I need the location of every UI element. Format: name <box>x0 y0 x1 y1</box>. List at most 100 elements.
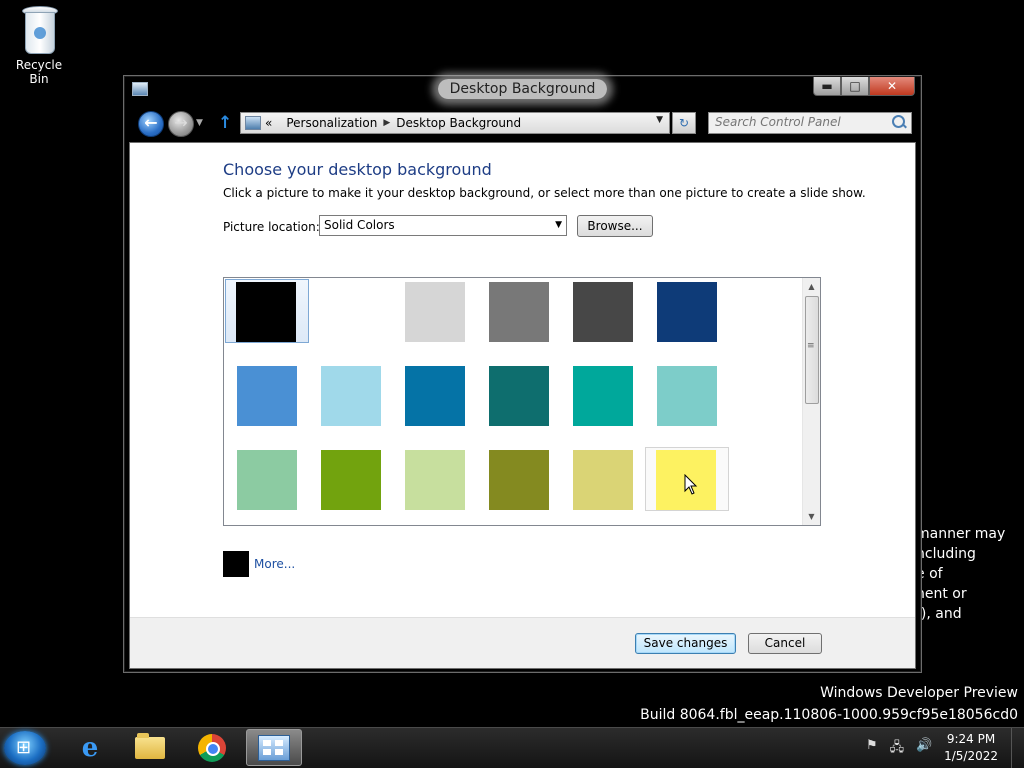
taskbar-chrome[interactable] <box>184 729 240 766</box>
scroll-thumb[interactable] <box>805 296 819 404</box>
color-swatch[interactable] <box>477 279 561 363</box>
flag-icon[interactable]: ⚑ <box>866 738 878 760</box>
page-title: Choose your desktop background <box>223 160 492 179</box>
color-swatch[interactable] <box>645 279 729 363</box>
swatch-color <box>489 450 549 510</box>
navigation-bar: ← → ▼ ↑ « Personalization ▶ Desktop Back… <box>130 108 915 138</box>
swatch-color <box>321 366 381 426</box>
refresh-icon: ↻ <box>678 116 690 130</box>
page-description: Click a picture to make it your desktop … <box>223 186 866 200</box>
recent-pages-dropdown[interactable]: ▼ <box>196 118 203 128</box>
color-swatch[interactable] <box>309 447 393 525</box>
control-panel-icon <box>245 116 261 130</box>
swatch-color <box>321 450 381 510</box>
swatch-color <box>573 366 633 426</box>
background-legal-text: manner may ncluding e of nent or f), and <box>916 524 1005 624</box>
chevron-down-icon: ▼ <box>555 220 562 230</box>
taskbar-file-explorer[interactable] <box>122 729 178 766</box>
title-bar[interactable]: Desktop Background ▬ □ ✕ <box>124 76 921 106</box>
more-color-swatch[interactable] <box>223 551 249 577</box>
color-swatch[interactable] <box>477 447 561 525</box>
search-icon[interactable] <box>892 115 905 128</box>
search-input[interactable] <box>709 113 891 131</box>
dialog-footer: Save changes Cancel <box>130 617 915 668</box>
color-swatch[interactable] <box>561 447 645 525</box>
cancel-button[interactable]: Cancel <box>748 633 822 654</box>
control-panel-icon <box>258 734 290 761</box>
browse-button[interactable]: Browse... <box>577 215 653 237</box>
picture-location-value: Solid Colors <box>324 218 395 232</box>
address-dropdown-icon[interactable]: ▼ <box>656 115 663 125</box>
color-swatch[interactable] <box>225 447 309 525</box>
legal-line: manner may <box>916 526 1006 542</box>
color-swatch[interactable] <box>477 363 561 447</box>
show-desktop-button[interactable] <box>1011 728 1024 768</box>
color-swatch[interactable] <box>645 363 729 447</box>
swatch-color <box>405 282 465 342</box>
network-icon[interactable]: 🖧 <box>890 738 905 760</box>
start-button[interactable] <box>4 731 46 765</box>
breadcrumb-desktop-background[interactable]: Desktop Background <box>396 116 521 130</box>
up-button[interactable]: ↑ <box>218 113 232 133</box>
clock[interactable]: 9:24 PM 1/5/2022 <box>944 731 998 765</box>
forward-button[interactable]: → <box>168 111 194 137</box>
color-swatch[interactable] <box>309 279 393 363</box>
taskbar-control-panel[interactable] <box>246 729 302 766</box>
swatch-color <box>237 450 297 510</box>
taskbar-internet-explorer[interactable]: e <box>62 729 118 766</box>
maximize-button[interactable]: □ <box>841 77 869 96</box>
swatch-color <box>489 282 549 342</box>
breadcrumb-personalization[interactable]: Personalization <box>286 116 377 130</box>
forward-arrow-icon: → <box>174 113 188 132</box>
swatch-color <box>657 282 717 342</box>
close-button[interactable]: ✕ <box>869 77 915 96</box>
swatch-color <box>573 450 633 510</box>
swatch-color <box>405 450 465 510</box>
minimize-button[interactable]: ▬ <box>813 77 841 96</box>
swatch-color <box>237 366 297 426</box>
clock-time: 9:24 PM <box>946 732 996 746</box>
color-swatch[interactable] <box>393 363 477 447</box>
breadcrumb-overflow[interactable]: « <box>265 116 272 130</box>
color-swatch-list[interactable]: ▲ ▼ <box>223 277 821 526</box>
color-swatch[interactable] <box>225 363 309 447</box>
recycle-bin-desktop-icon[interactable]: Recycle Bin <box>6 6 72 86</box>
color-swatch[interactable] <box>393 447 477 525</box>
swatch-color <box>321 282 381 342</box>
more-link[interactable]: More... <box>254 557 295 571</box>
swatch-color <box>657 366 717 426</box>
swatch-color <box>489 366 549 426</box>
chevron-right-icon[interactable]: ▶ <box>383 118 390 128</box>
address-bar[interactable]: « Personalization ▶ Desktop Background ▼ <box>240 112 670 134</box>
color-swatch[interactable] <box>393 279 477 363</box>
color-swatch[interactable] <box>561 363 645 447</box>
legal-line: f), and <box>916 606 962 622</box>
picture-location-label: Picture location: <box>223 220 320 234</box>
refresh-button[interactable]: ↻ <box>672 112 696 134</box>
back-button[interactable]: ← <box>138 111 164 137</box>
scroll-up-button[interactable]: ▲ <box>803 278 820 295</box>
watermark-title: Windows Developer Preview <box>820 685 1018 701</box>
chrome-icon <box>198 733 226 762</box>
swatch-color <box>405 366 465 426</box>
vertical-scrollbar[interactable]: ▲ ▼ <box>802 278 820 525</box>
scroll-down-button[interactable]: ▼ <box>803 508 820 525</box>
legal-line: nent or <box>916 586 967 602</box>
volume-icon[interactable]: 🔊 <box>916 738 932 760</box>
search-box[interactable] <box>708 112 912 134</box>
internet-explorer-icon: e <box>81 732 99 763</box>
back-arrow-icon: ← <box>144 113 158 132</box>
file-explorer-icon <box>135 732 165 759</box>
picture-location-select[interactable]: Solid Colors ▼ <box>319 215 567 236</box>
desktop-background-window: Desktop Background ▬ □ ✕ ← → ▼ ↑ « Perso… <box>123 75 922 673</box>
recycle-bin-label: Recycle Bin <box>15 58 63 86</box>
watermark-build: Build 8064.fbl_eeap.110806-1000.959cf95e… <box>640 707 1018 723</box>
recycle-bin-icon <box>20 6 58 54</box>
up-arrow-icon: ↑ <box>218 113 233 133</box>
color-swatch[interactable] <box>225 279 309 343</box>
legal-line: ncluding <box>916 546 976 562</box>
save-changes-button[interactable]: Save changes <box>635 633 736 654</box>
window-controls: ▬ □ ✕ <box>813 77 915 96</box>
color-swatch[interactable] <box>561 279 645 363</box>
color-swatch[interactable] <box>309 363 393 447</box>
